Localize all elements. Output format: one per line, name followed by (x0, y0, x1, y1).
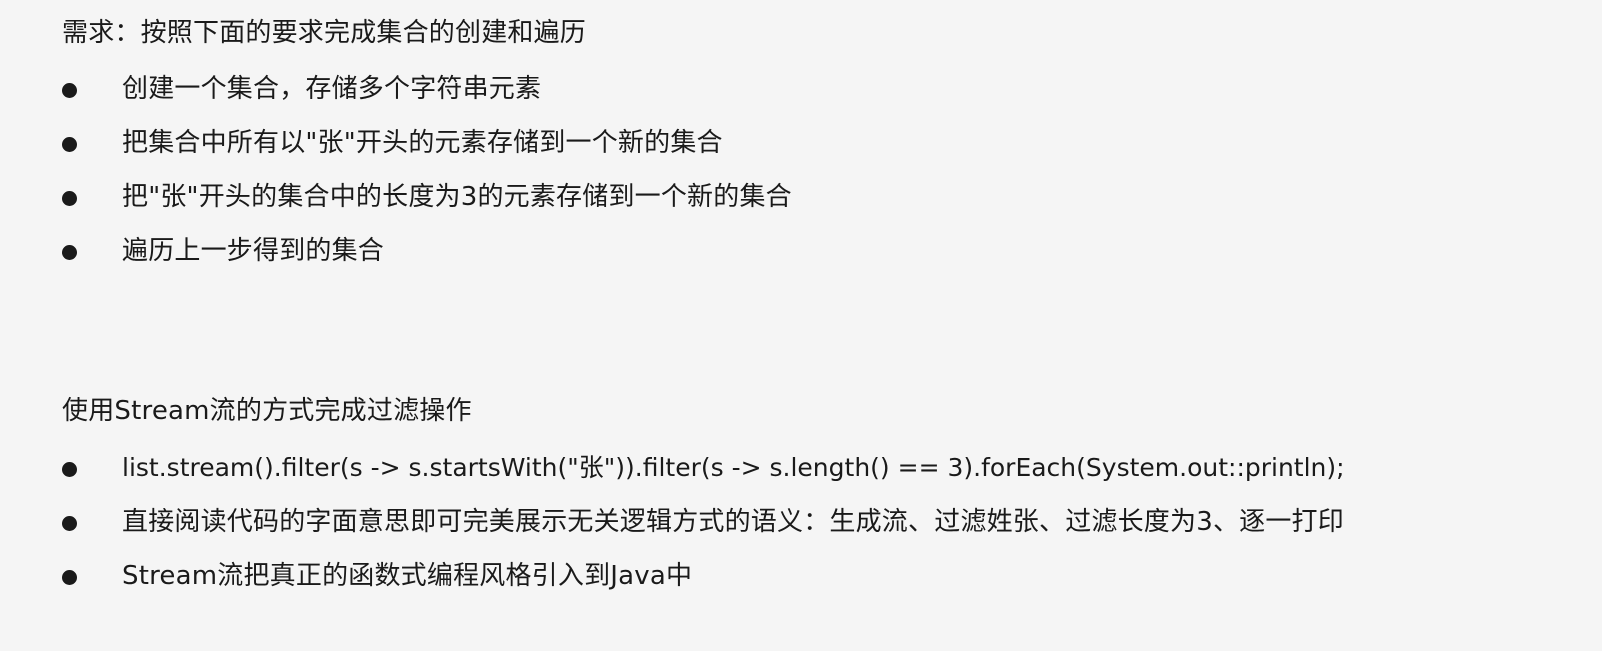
code-example-text: list.stream().filter(s -> s.startsWith("… (122, 453, 1345, 482)
bullet-icon (62, 516, 77, 531)
bullet-icon (62, 137, 77, 152)
list-item-text: 把集合中所有以"张"开头的元素存储到一个新的集合 (122, 128, 723, 158)
bullet-icon (62, 191, 77, 206)
list-item-text: 直接阅读代码的字面意思即可完美展示无关逻辑方式的语义：生成流、过滤姓张、过滤长度… (122, 507, 1344, 537)
list-item-text: 创建一个集合，存储多个字符串元素 (122, 74, 542, 104)
bullet-icon (62, 83, 77, 98)
list-item-text: 把"张"开头的集合中的长度为3的元素存储到一个新的集合 (122, 182, 792, 212)
list-item-text: 遍历上一步得到的集合 (122, 236, 385, 266)
slide: 需求：按照下面的要求完成集合的创建和遍历 创建一个集合，存储多个字符串元素 把集… (0, 0, 1602, 651)
requirements-heading: 需求：按照下面的要求完成集合的创建和遍历 (62, 18, 587, 48)
stream-heading: 使用Stream流的方式完成过滤操作 (62, 396, 472, 426)
list-item-text: Stream流把真正的函数式编程风格引入到Java中 (122, 561, 693, 591)
bullet-icon (62, 245, 77, 260)
bullet-icon (62, 462, 77, 477)
bullet-icon (62, 570, 77, 585)
